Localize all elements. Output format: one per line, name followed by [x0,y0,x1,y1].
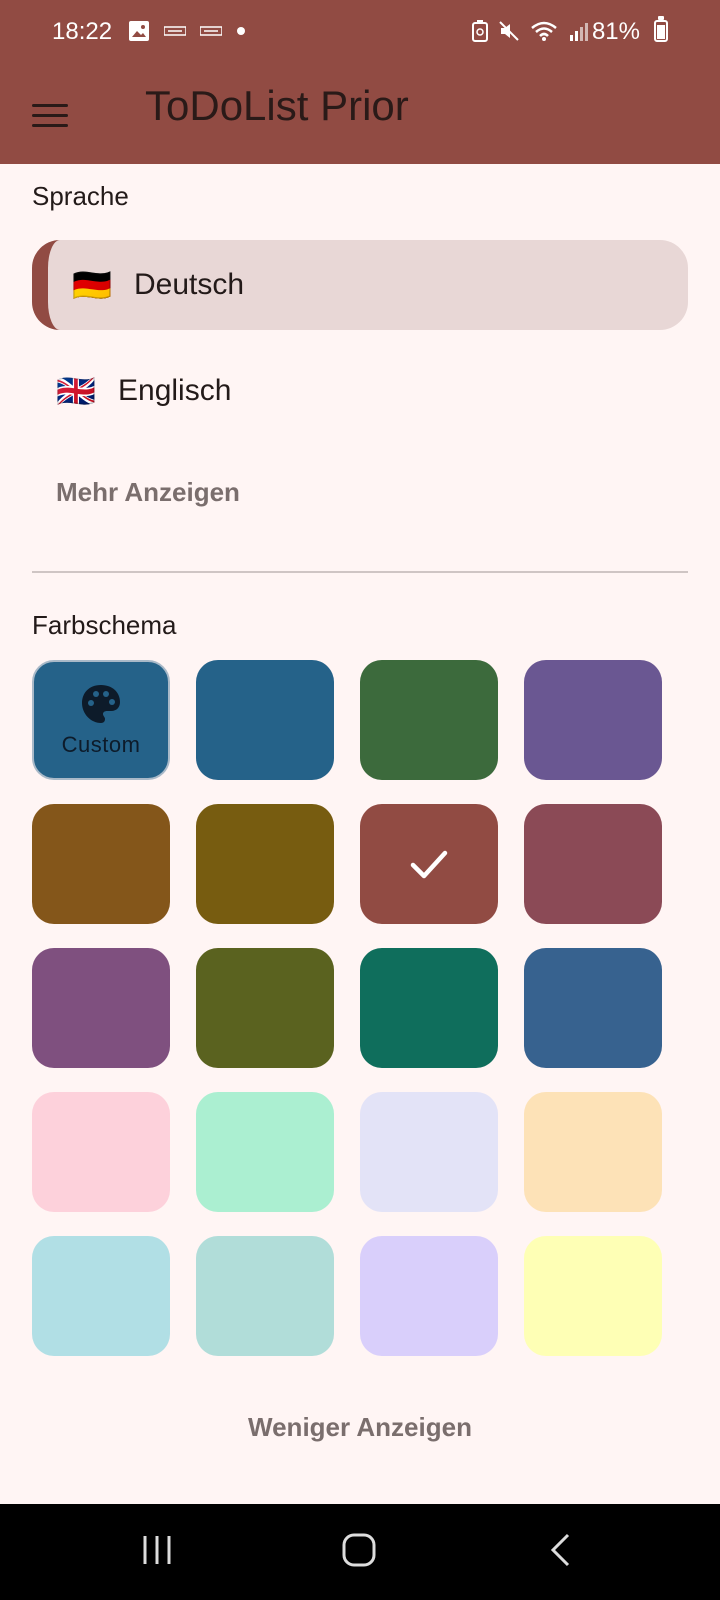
palette-icon [82,685,120,723]
dot-icon [237,27,245,35]
custom-swatch-label: Custom [61,732,141,757]
app-notification-icon [200,26,222,36]
language-label: Deutsch [134,268,245,301]
app-bar: ToDoList Prior [0,64,720,164]
app-title: ToDoList Prior [145,82,409,129]
color-swatch[interactable] [524,948,662,1068]
color-swatch[interactable] [524,1236,662,1356]
language-option-deutsch[interactable]: 🇩🇪 Deutsch [32,240,688,330]
language-option-englisch[interactable]: 🇬🇧 Englisch [32,346,688,436]
color-swatch[interactable] [360,660,498,780]
divider [32,571,688,573]
color-swatch[interactable] [196,1236,334,1356]
status-time: 18:22 [52,18,113,45]
color-swatch[interactable] [32,1236,170,1356]
color-swatch[interactable] [196,1092,334,1212]
top-bar: 18:22 81% ToDoList Prior [0,0,720,164]
mute-icon [499,21,519,41]
language-label: Englisch [118,374,232,407]
notification-icons [128,20,246,42]
system-icons [472,20,590,42]
signal-icon [570,23,588,41]
wifi-icon [531,21,557,41]
color-swatch[interactable] [32,804,170,924]
uk-flag-icon: 🇬🇧 [56,373,96,409]
status-bar: 18:22 81% [0,0,720,64]
system-navigation-bar [0,1504,720,1600]
image-icon [129,21,149,41]
custom-color-swatch[interactable]: Custom [32,660,170,780]
color-swatch[interactable] [524,804,662,924]
battery-icon [654,16,668,42]
color-swatch[interactable] [360,948,498,1068]
back-icon[interactable] [548,1532,572,1568]
recent-apps-icon[interactable] [140,1532,174,1568]
check-icon [410,850,448,879]
hamburger-menu-icon[interactable] [32,92,78,138]
color-swatch[interactable] [524,660,662,780]
home-icon[interactable] [341,1532,377,1568]
color-swatch[interactable] [360,1236,498,1356]
color-swatch[interactable] [196,948,334,1068]
color-swatch[interactable] [360,804,498,924]
battery-percent: 81% [591,18,640,45]
show-more-button[interactable]: Mehr Anzeigen [56,477,240,508]
battery-saver-icon [472,20,488,42]
color-scheme-heading: Farbschema [32,610,177,640]
app-notification-icon [164,26,186,36]
german-flag-icon: 🇩🇪 [72,267,112,303]
color-swatch[interactable] [196,660,334,780]
color-swatch[interactable] [196,804,334,924]
color-swatch[interactable] [524,1092,662,1212]
color-swatch[interactable] [32,1092,170,1212]
color-swatch[interactable] [32,948,170,1068]
language-heading: Sprache [32,181,129,211]
show-less-button[interactable]: Weniger Anzeigen [0,1412,720,1443]
color-swatch[interactable] [360,1092,498,1212]
